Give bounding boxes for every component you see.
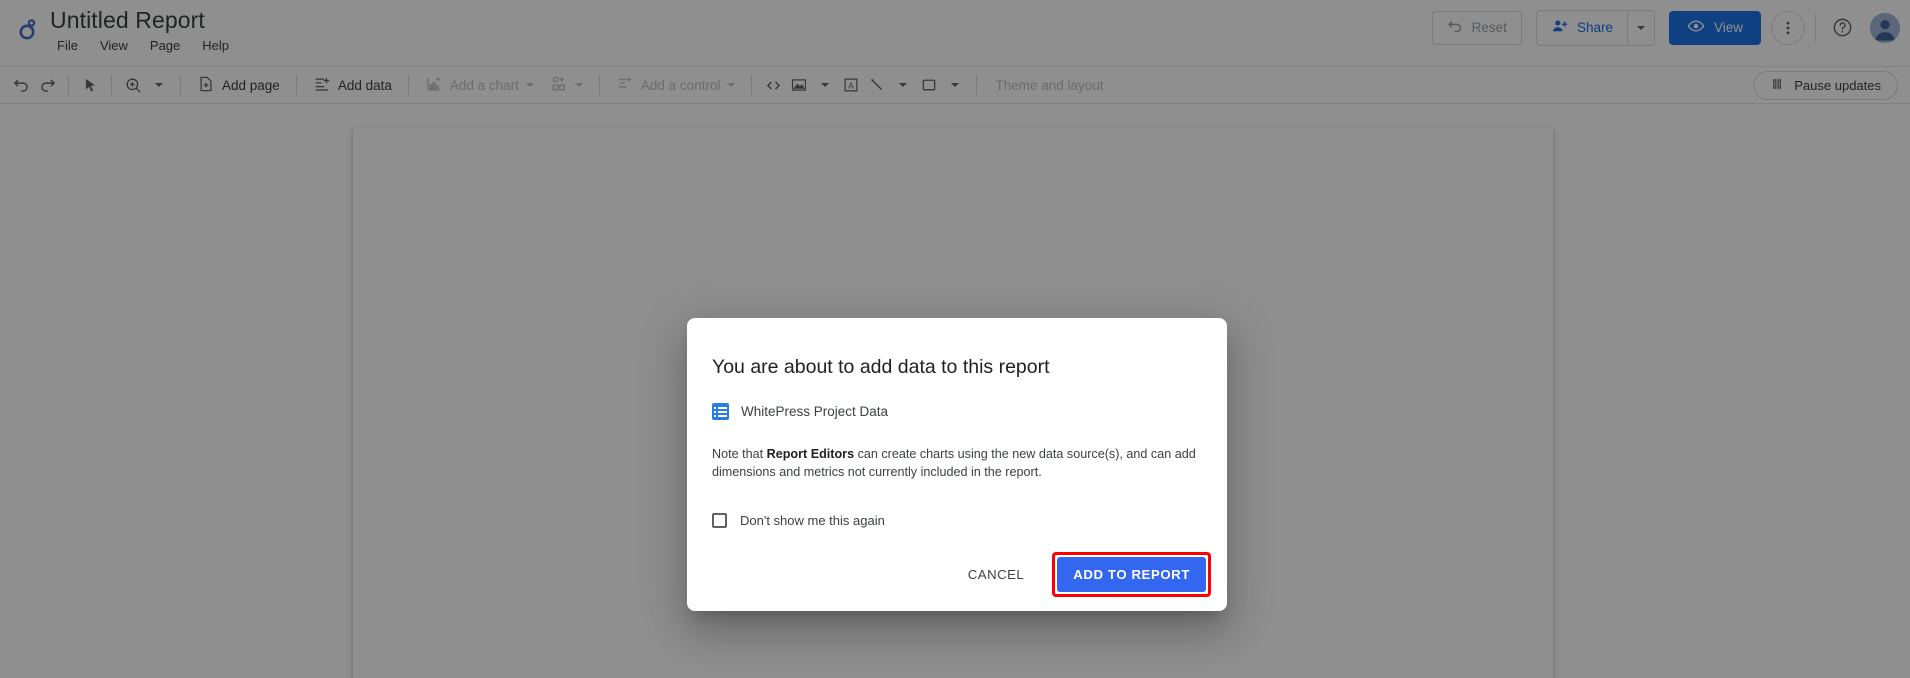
- dialog-title: You are about to add data to this report: [712, 356, 1050, 378]
- data-source-name: WhitePress Project Data: [741, 404, 889, 419]
- add-to-report-highlight: ADD TO REPORT: [1052, 552, 1211, 597]
- dont-show-again-checkbox-row[interactable]: Don't show me this again: [712, 513, 885, 528]
- dialog-actions: CANCEL ADD TO REPORT: [954, 552, 1211, 597]
- add-to-report-button[interactable]: ADD TO REPORT: [1057, 557, 1206, 592]
- dialog-note: Note that Report Editors can create char…: [712, 445, 1207, 481]
- data-source-list-icon: [712, 403, 729, 420]
- dialog-note-bold: Report Editors: [766, 447, 855, 461]
- looker-studio-report-editor: Untitled Report File View Page Help Rese…: [0, 0, 1910, 678]
- dont-show-again-checkbox[interactable]: [712, 513, 727, 528]
- dialog-note-prefix: Note that: [712, 447, 767, 461]
- cancel-button[interactable]: CANCEL: [954, 557, 1039, 592]
- add-data-confirmation-dialog: You are about to add data to this report…: [687, 318, 1227, 611]
- dont-show-again-label: Don't show me this again: [740, 513, 885, 528]
- data-source-row: WhitePress Project Data: [712, 403, 888, 420]
